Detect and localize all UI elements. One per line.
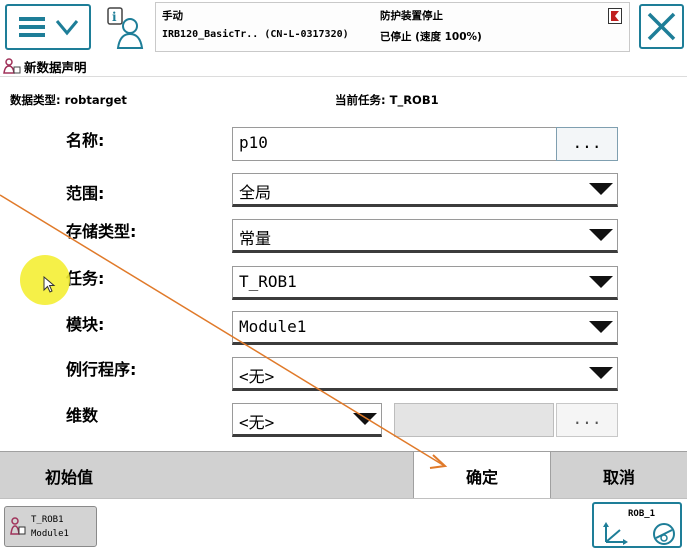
mouse-cursor-icon [43, 276, 56, 293]
controller-text: IRB120_BasicTr.. (CN-L-0317320) [162, 29, 349, 40]
page-title: 新数据声明 [24, 60, 87, 75]
datatype-info: 数据类型: robtarget [10, 93, 127, 107]
dropdown-arrow-icon [353, 413, 377, 425]
dimension-edit-button[interactable]: ... [556, 403, 618, 437]
name-input[interactable]: p10 [232, 127, 557, 161]
dimension-label: 维数 [66, 406, 99, 425]
action-bar: 初始值 确定 取消 [0, 451, 687, 499]
initial-value-button[interactable]: 初始值 [0, 452, 138, 499]
status-panel: 手动 IRB120_BasicTr.. (CN-L-0317320) 防护装置停… [155, 2, 630, 52]
name-label: 名称: [66, 131, 105, 150]
routine-value: <无> [239, 367, 275, 386]
taskbar-item-line1: T_ROB1 [31, 515, 64, 525]
view-header: 新数据声明 [0, 55, 687, 77]
dropdown-arrow-icon [589, 276, 613, 288]
dropdown-arrow-icon [589, 229, 613, 241]
storage-type-label: 存储类型: [66, 222, 137, 241]
taskbar-item-program[interactable]: T_ROB1 Module1 [4, 506, 97, 547]
data-declaration-icon [3, 58, 21, 74]
module-label: 模块: [66, 315, 105, 334]
robot-axes-icon [603, 522, 628, 545]
svg-text:i: i [112, 10, 117, 24]
storage-type-value: 常量 [239, 229, 272, 248]
routine-label: 例行程序: [66, 360, 137, 379]
task-dropdown[interactable]: T_ROB1 [232, 266, 618, 300]
main-menu-button[interactable] [5, 4, 91, 50]
dimension-dropdown[interactable]: <无> [232, 403, 382, 437]
dropdown-arrow-icon [589, 367, 613, 379]
task-value: T_ROB1 [239, 272, 297, 291]
quickset-robot-button[interactable]: ROB_1 [592, 502, 682, 548]
chevron-down-icon [55, 20, 79, 36]
speed-gauge-icon [653, 523, 675, 545]
task-label: 任务: [66, 269, 105, 288]
hamburger-icon [19, 17, 45, 37]
program-data-icon [10, 517, 26, 535]
taskbar-item-line2: Module1 [31, 529, 69, 539]
top-status-bar: i 手动 IRB120_BasicTr.. (CN-L-0317320) 防护装… [0, 0, 687, 56]
scope-label: 范围: [66, 184, 105, 203]
mode-text: 手动 [162, 10, 183, 22]
dimension-value: <无> [239, 413, 275, 432]
dropdown-arrow-icon [589, 183, 613, 195]
taskbar: T_ROB1 Module1 ROB_1 [0, 498, 687, 552]
operator-info-icon[interactable]: i [104, 6, 146, 50]
routine-dropdown[interactable]: <无> [232, 357, 618, 391]
module-value: Module1 [239, 317, 307, 336]
name-edit-button[interactable]: ... [556, 127, 618, 161]
module-dropdown[interactable]: Module1 [232, 311, 618, 345]
scope-dropdown[interactable]: 全局 [232, 173, 618, 207]
scope-value: 全局 [239, 183, 272, 202]
event-log-icon[interactable] [608, 8, 622, 24]
close-icon [647, 12, 676, 41]
dropdown-arrow-icon [589, 321, 613, 333]
run-state-text: 已停止 (速度 100%) [380, 31, 482, 43]
cancel-button[interactable]: 取消 [551, 452, 687, 499]
safety-text: 防护装置停止 [380, 10, 443, 22]
dimension-value-box [394, 403, 554, 437]
ok-button[interactable]: 确定 [413, 452, 551, 499]
current-task-info: 当前任务: T_ROB1 [335, 93, 439, 107]
storage-type-dropdown[interactable]: 常量 [232, 219, 618, 253]
close-button[interactable] [639, 4, 684, 49]
